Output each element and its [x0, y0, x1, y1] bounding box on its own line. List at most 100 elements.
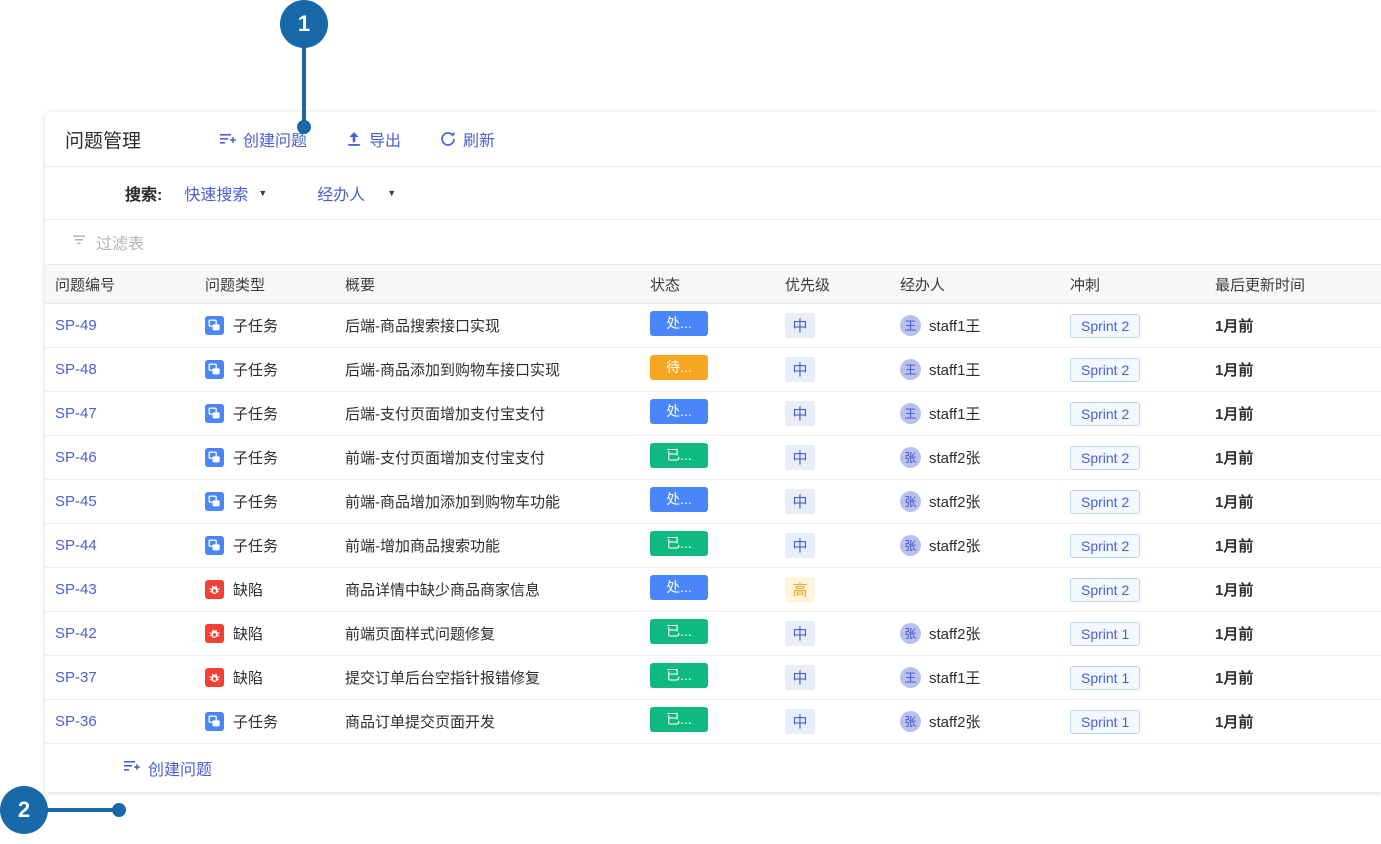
status-badge[interactable]: 待...: [650, 355, 708, 380]
table-row[interactable]: SP-43 缺陷 商品详情中缺少商品商家信息 处... 高 Sprint 2 1月前: [45, 567, 1381, 612]
table-row[interactable]: SP-44 子任务 前端-增加商品搜索功能 已... 中 张 staff2张 Sprint 2…: [45, 523, 1381, 568]
issue-key-link[interactable]: SP-44: [55, 537, 97, 554]
cell-key[interactable]: SP-43: [45, 567, 205, 612]
cell-updated: 1月前: [1215, 391, 1381, 436]
table-row[interactable]: SP-46 子任务 前端-支付页面增加支付宝支付 已... 中 张 staff2张 Sprin…: [45, 435, 1381, 480]
assignee-name: staff1王: [929, 318, 981, 335]
issue-key-link[interactable]: SP-49: [55, 317, 97, 334]
cell-status: 处...: [650, 479, 785, 524]
export-button[interactable]: 导出: [345, 127, 401, 151]
status-badge[interactable]: 处...: [650, 399, 708, 424]
cell-sprint: Sprint 2: [1070, 435, 1215, 480]
status-badge[interactable]: 已...: [650, 531, 708, 556]
subtask-icon: [205, 360, 224, 379]
column-header-updated[interactable]: 最后更新时间: [1215, 265, 1381, 304]
callout-badge-2: 2: [0, 786, 48, 834]
cell-key[interactable]: SP-47: [45, 391, 205, 436]
column-header-sprint[interactable]: 冲刺: [1070, 265, 1215, 304]
issue-type-label: 缺陷: [233, 626, 264, 643]
issue-summary: 前端-支付页面增加支付宝支付: [345, 450, 545, 467]
column-header-priority[interactable]: 优先级: [785, 265, 900, 304]
status-badge[interactable]: 处...: [650, 487, 708, 512]
cell-key[interactable]: SP-42: [45, 611, 205, 656]
quick-search-dropdown[interactable]: 快速搜索 ▼: [184, 181, 267, 205]
cell-summary[interactable]: 前端-商品增加添加到购物车功能: [345, 479, 650, 524]
issue-key-link[interactable]: SP-46: [55, 449, 97, 466]
issue-key-link[interactable]: SP-36: [55, 713, 97, 730]
avatar: 王: [900, 667, 921, 688]
cell-key[interactable]: SP-36: [45, 699, 205, 744]
cell-priority: 中: [785, 303, 900, 348]
avatar: 王: [900, 403, 921, 424]
sprint-badge[interactable]: Sprint 1: [1070, 665, 1141, 690]
sprint-badge[interactable]: Sprint 1: [1070, 709, 1141, 734]
updated-time: 1月前: [1215, 406, 1254, 423]
status-badge[interactable]: 已...: [650, 663, 708, 688]
create-issue-footer-button[interactable]: 创建问题: [123, 756, 212, 780]
issues-table: 问题编号 问题类型 概要 状态 优先级 经办人 冲刺 最后更新时间 SP-49 子…: [45, 265, 1381, 744]
filter-table-input[interactable]: 过滤表: [71, 230, 144, 254]
issue-key-link[interactable]: SP-47: [55, 405, 97, 422]
cell-assignee: 王 staff1王: [900, 391, 1070, 436]
sprint-badge[interactable]: Sprint 2: [1070, 313, 1141, 338]
cell-sprint: Sprint 1: [1070, 699, 1215, 744]
sprint-badge[interactable]: Sprint 2: [1070, 401, 1141, 426]
sprint-badge[interactable]: Sprint 2: [1070, 445, 1141, 470]
cell-summary[interactable]: 前端页面样式问题修复: [345, 611, 650, 656]
table-row[interactable]: SP-49 子任务 后端-商品搜索接口实现 处... 中 王 staff1王 Sprint 2…: [45, 303, 1381, 348]
status-badge[interactable]: 已...: [650, 443, 708, 468]
sprint-badge[interactable]: Sprint 2: [1070, 489, 1141, 514]
table-row[interactable]: SP-37 缺陷 提交订单后台空指针报错修复 已... 中 王 staff1王 Sprint …: [45, 655, 1381, 700]
cell-summary[interactable]: 前端-支付页面增加支付宝支付: [345, 435, 650, 480]
assignee-filter-dropdown[interactable]: 经办人 ▼: [317, 181, 396, 205]
cell-summary[interactable]: 后端-商品搜索接口实现: [345, 303, 650, 348]
sprint-badge[interactable]: Sprint 2: [1070, 577, 1141, 602]
column-header-status[interactable]: 状态: [650, 265, 785, 304]
export-label: 导出: [369, 133, 402, 150]
status-badge[interactable]: 处...: [650, 575, 708, 600]
cell-key[interactable]: SP-37: [45, 655, 205, 700]
cell-summary[interactable]: 提交订单后台空指针报错修复: [345, 655, 650, 700]
issue-type-label: 缺陷: [233, 670, 264, 687]
refresh-button[interactable]: 刷新: [439, 127, 495, 151]
issue-key-link[interactable]: SP-42: [55, 625, 97, 642]
table-row[interactable]: SP-48 子任务 后端-商品添加到购物车接口实现 待... 中 王 staff1王 Spri…: [45, 347, 1381, 392]
cell-summary[interactable]: 商品订单提交页面开发: [345, 699, 650, 744]
table-row[interactable]: SP-42 缺陷 前端页面样式问题修复 已... 中 张 staff2张 Sprint 1 1月…: [45, 611, 1381, 656]
cell-summary[interactable]: 后端-商品添加到购物车接口实现: [345, 347, 650, 392]
table-row[interactable]: SP-36 子任务 商品订单提交页面开发 已... 中 张 staff2张 Sprint 1 1…: [45, 699, 1381, 744]
issue-key-link[interactable]: SP-43: [55, 581, 97, 598]
table-row[interactable]: SP-45 子任务 前端-商品增加添加到购物车功能 处... 中 张 staff2张 Spri…: [45, 479, 1381, 524]
table-row[interactable]: SP-47 子任务 后端-支付页面增加支付宝支付 处... 中 王 staff1王 Sprin…: [45, 391, 1381, 436]
cell-key[interactable]: SP-45: [45, 479, 205, 524]
column-header-assignee[interactable]: 经办人: [900, 265, 1070, 304]
cell-summary[interactable]: 后端-支付页面增加支付宝支付: [345, 391, 650, 436]
issue-key-link[interactable]: SP-45: [55, 493, 97, 510]
issue-key-link[interactable]: SP-48: [55, 361, 97, 378]
status-badge[interactable]: 已...: [650, 619, 708, 644]
cell-priority: 中: [785, 655, 900, 700]
assignee-name: staff1王: [929, 670, 981, 687]
avatar: 王: [900, 359, 921, 380]
column-header-type[interactable]: 问题类型: [205, 265, 345, 304]
create-issue-toolbar-button[interactable]: 创建问题: [219, 127, 307, 151]
sprint-badge[interactable]: Sprint 2: [1070, 533, 1141, 558]
status-badge[interactable]: 已...: [650, 707, 708, 732]
cell-type: 缺陷: [205, 611, 345, 656]
cell-type: 缺陷: [205, 655, 345, 700]
cell-summary[interactable]: 前端-增加商品搜索功能: [345, 523, 650, 568]
sprint-badge[interactable]: Sprint 2: [1070, 357, 1141, 382]
cell-status: 已...: [650, 699, 785, 744]
status-badge[interactable]: 处...: [650, 311, 708, 336]
cell-key[interactable]: SP-44: [45, 523, 205, 568]
assignee-name: staff2张: [929, 714, 981, 731]
column-header-summary[interactable]: 概要: [345, 265, 650, 304]
cell-key[interactable]: SP-48: [45, 347, 205, 392]
cell-summary[interactable]: 商品详情中缺少商品商家信息: [345, 567, 650, 612]
issue-key-link[interactable]: SP-37: [55, 669, 97, 686]
cell-key[interactable]: SP-46: [45, 435, 205, 480]
sprint-badge[interactable]: Sprint 1: [1070, 621, 1141, 646]
cell-key[interactable]: SP-49: [45, 303, 205, 348]
subtask-icon: [205, 448, 224, 467]
column-header-key[interactable]: 问题编号: [45, 265, 205, 304]
